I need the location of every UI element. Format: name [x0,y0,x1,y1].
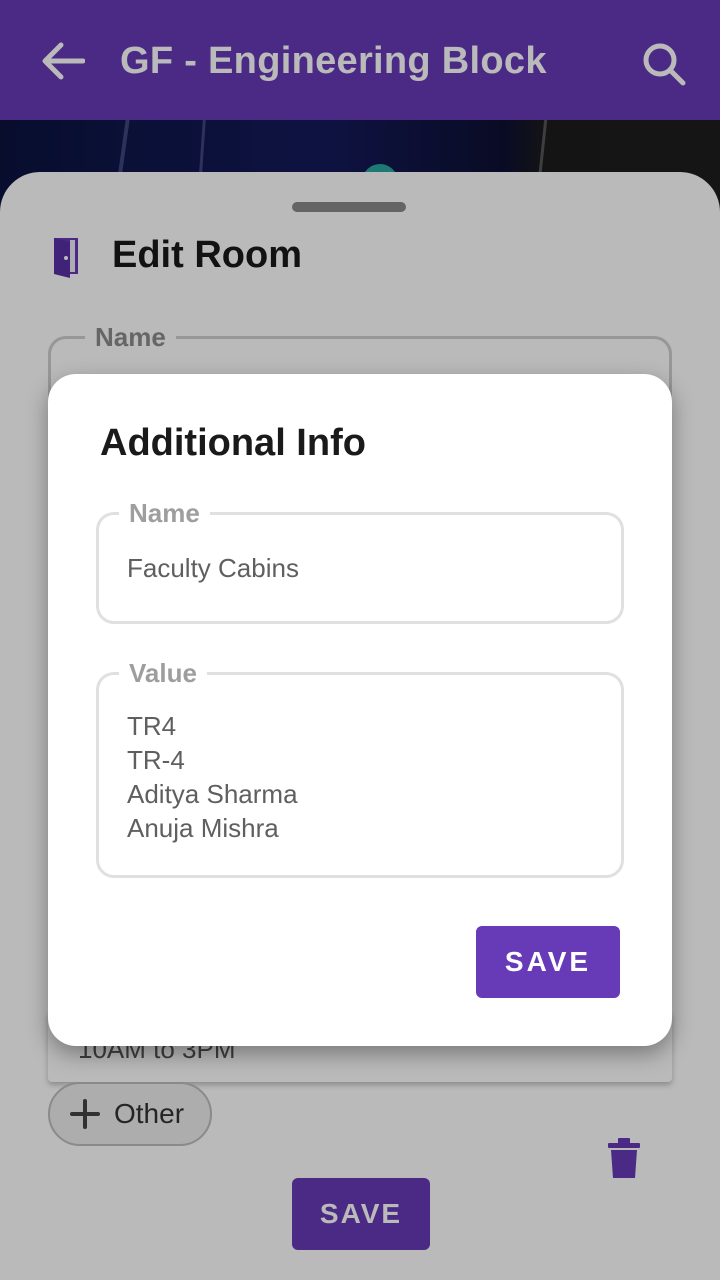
additional-info-dialog: Additional Info Name Faculty Cabins Valu… [48,374,672,1046]
value-line: Aditya Sharma [127,779,298,809]
dialog-save-button[interactable]: SAVE [476,926,620,998]
value-line: TR-4 [127,745,185,775]
info-value-label: Value [119,658,207,689]
info-name-label: Name [119,498,210,529]
dialog-title: Additional Info [100,422,366,464]
info-value-text: TR4 TR-4 Aditya Sharma Anuja Mishra [127,709,298,845]
value-line: TR4 [127,711,177,741]
value-line: Anuja Mishra [127,813,279,843]
info-value-field[interactable]: Value TR4 TR-4 Aditya Sharma Anuja Mishr… [96,658,624,878]
info-name-field[interactable]: Name Faculty Cabins [96,498,624,624]
info-name-value: Faculty Cabins [127,553,299,583]
